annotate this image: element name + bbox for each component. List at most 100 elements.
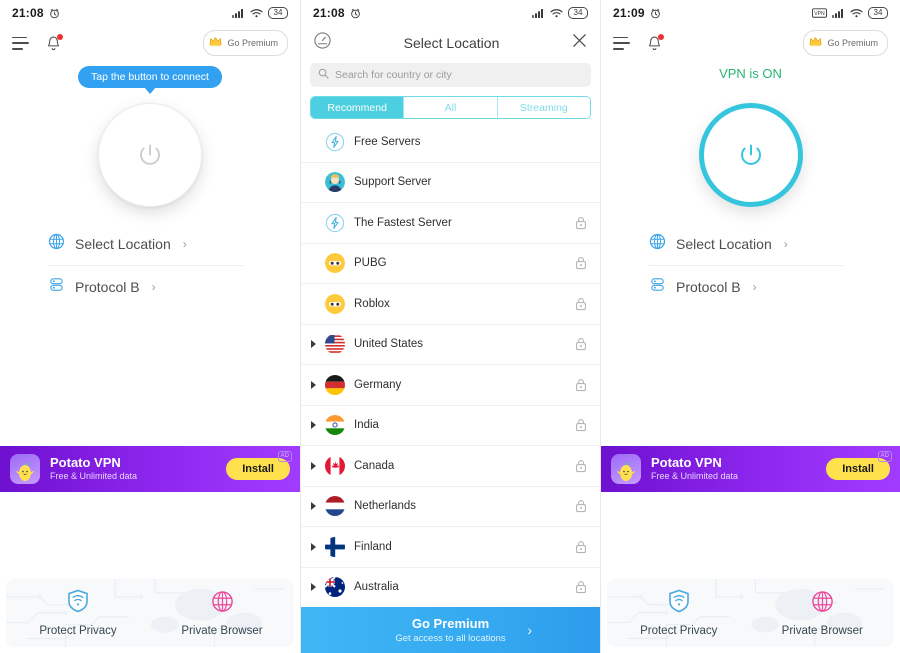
ad-text: Potato VPN Free & Unlimited data [50,455,216,483]
globe-pink-icon [211,590,234,618]
location-tabs: Recommend All Streaming [310,96,591,119]
location-name: India [354,419,379,432]
location-name: Roblox [354,297,390,310]
flag-fi-icon [325,536,345,557]
signal-icon [232,8,245,18]
potato-app-icon [611,454,641,484]
ad-banner[interactable]: Potato VPN Free & Unlimited data Install… [601,446,900,492]
list-item[interactable]: Support Server [301,163,600,203]
feature-private-browser[interactable]: Private Browser [150,579,294,647]
list-item[interactable]: Canada [301,446,600,487]
support-avatar-icon [325,172,345,193]
list-item[interactable]: Germany [301,365,600,406]
list-item[interactable]: India [301,406,600,446]
go-premium-pill[interactable]: Go Premium [203,30,288,56]
location-name: Free Servers [354,135,421,148]
chevron-right-icon: › [783,237,788,251]
location-header: Select Location [301,26,600,60]
tab-streaming[interactable]: Streaming [497,97,590,118]
list-item[interactable]: Australia [301,568,600,608]
hamburger-icon[interactable] [613,36,630,50]
lock-icon [575,216,587,230]
bell-icon[interactable] [646,33,664,52]
shield-icon [668,589,690,618]
power-button[interactable] [98,103,202,207]
expand-triangle-icon[interactable] [311,380,316,389]
ad-subtitle: Free & Unlimited data [651,471,739,481]
flag-de-icon [325,374,345,395]
app-screen-disconnected: 21:08 34 Go Premium Tap the button to co… [0,0,300,653]
expand-triangle-icon[interactable] [311,542,316,551]
feature-private-browser[interactable]: Private Browser [751,579,895,647]
power-button[interactable] [698,103,803,207]
feature-protect-privacy[interactable]: Protect Privacy [607,579,751,647]
wifi-icon [550,8,563,18]
go-premium-title: Go Premium [411,615,490,631]
ad-subtitle: Free & Unlimited data [50,471,138,481]
app-bar-left [12,33,63,52]
feature-bar: Protect Privacy Private Browser [607,579,894,647]
power-icon [740,144,761,165]
list-item[interactable]: Free Servers [301,122,600,163]
location-list[interactable]: Free Servers Support Server The Fastest … [301,122,600,607]
power-button-wrap [698,103,803,207]
vpn-badge-icon: VPN [812,8,827,18]
location-name: Netherlands [354,500,417,513]
lock-icon [575,297,587,311]
tab-recommend[interactable]: Recommend [311,97,405,118]
menu-item-label: Protocol B [676,279,741,295]
ad-banner[interactable]: Potato VPN Free & Unlimited data Install… [0,446,300,492]
go-premium-banner[interactable]: Go Premium Get access to all locations › [301,607,600,653]
feature-bar: Protect Privacy Private Browser [6,579,294,647]
list-item[interactable]: Netherlands [301,487,600,527]
lock-icon [575,256,587,270]
expand-triangle-icon[interactable] [311,461,316,470]
flag-ca-icon [325,455,345,476]
ad-badge: AD [877,451,892,462]
go-premium-pill[interactable]: Go Premium [803,30,888,56]
expand-triangle-icon[interactable] [311,583,316,592]
location-name: United States [354,338,424,351]
globe-pink-icon [811,590,834,618]
potato-app-icon [10,454,40,484]
list-item[interactable]: Finland [301,527,600,568]
pubg-icon [325,253,345,274]
list-item[interactable]: PUBG [301,244,600,284]
status-bar-left: 21:08 [313,6,361,20]
hamburger-icon[interactable] [12,36,29,50]
battery-level: 34 [568,7,588,19]
app-bar: Go Premium [601,26,900,60]
crown-icon [209,34,222,52]
signal-icon [532,8,545,18]
ad-title: Potato VPN [50,455,121,470]
list-item[interactable]: United States [301,325,600,365]
expand-triangle-icon[interactable] [311,340,316,349]
signal-icon [832,8,845,18]
speedometer-icon[interactable] [313,31,332,55]
expand-triangle-icon[interactable] [311,502,316,511]
close-icon[interactable] [571,32,588,54]
menu-divider [649,265,844,266]
battery-level: 34 [868,7,888,19]
search-input[interactable]: Search for country or city [310,63,591,87]
menu-item-protocol[interactable]: Protocol B › [649,271,852,303]
location-name: Australia [354,581,399,594]
status-bar: 21:08 34 [0,0,300,26]
menu-divider [48,265,244,266]
list-item[interactable]: Roblox [301,284,600,325]
menu-item-select-location[interactable]: Select Location › [649,228,852,260]
alarm-icon [650,8,661,19]
status-bar: 21:08 34 [301,0,600,26]
expand-triangle-icon[interactable] [311,421,316,430]
go-premium-label: Go Premium [827,38,878,48]
menu-item-protocol[interactable]: Protocol B › [48,271,252,303]
feature-protect-privacy[interactable]: Protect Privacy [6,579,150,647]
lock-icon [575,580,587,594]
list-item[interactable]: The Fastest Server [301,203,600,244]
tab-all[interactable]: All [404,97,498,118]
bell-icon[interactable] [45,33,63,52]
globe-icon [649,233,666,255]
menu-item-select-location[interactable]: Select Location › [48,228,252,260]
lock-icon [575,378,587,392]
bolt-icon [325,213,345,233]
